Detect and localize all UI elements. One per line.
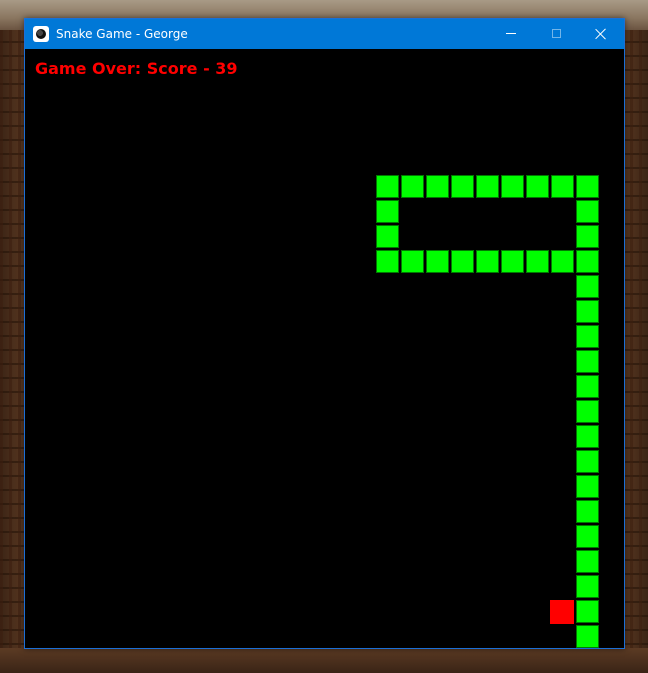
snake-segment <box>576 525 599 548</box>
snake-segment <box>476 175 499 198</box>
snake-segment <box>376 200 399 223</box>
snake-segment <box>576 400 599 423</box>
food-pellet <box>550 600 574 624</box>
snake-segment <box>576 350 599 373</box>
snake-segment <box>451 175 474 198</box>
snake-segment <box>476 250 499 273</box>
snake-segment <box>551 175 574 198</box>
snake-segment <box>576 200 599 223</box>
maximize-button[interactable] <box>534 19 580 49</box>
snake-segment <box>551 250 574 273</box>
snake-game-app-icon[interactable] <box>33 26 49 42</box>
snake-segment <box>576 275 599 298</box>
close-button[interactable] <box>578 19 624 49</box>
snake-segment <box>451 250 474 273</box>
snake-segment <box>426 175 449 198</box>
snake-segment <box>576 325 599 348</box>
desktop-background-bottom <box>0 648 648 673</box>
close-icon <box>595 28 607 40</box>
snake-segment <box>576 250 599 273</box>
snake-segment <box>576 500 599 523</box>
snake-segment <box>576 300 599 323</box>
snake-segment <box>576 550 599 573</box>
snake-segment <box>576 375 599 398</box>
snake-segment <box>501 250 524 273</box>
title-bar[interactable]: Snake Game - George <box>25 19 624 49</box>
snake-segment <box>576 425 599 448</box>
snake-segment <box>526 175 549 198</box>
snake-segment <box>576 475 599 498</box>
minimize-button[interactable] <box>488 19 534 49</box>
snake-segment <box>376 225 399 248</box>
snake-segment <box>526 250 549 273</box>
snake-segment <box>576 450 599 473</box>
snake-segment <box>426 250 449 273</box>
snake-segment <box>501 175 524 198</box>
game-over-score-text: Game Over: Score - 39 <box>35 59 238 78</box>
maximize-icon <box>552 29 561 38</box>
minimize-icon <box>506 33 516 34</box>
snake-segment <box>401 175 424 198</box>
snake-game-window: Snake Game - George Game Over: Score - 3… <box>24 18 625 649</box>
snake-segment <box>576 175 599 198</box>
snake-segment <box>576 575 599 598</box>
snake-segment <box>376 175 399 198</box>
window-title: Snake Game - George <box>56 27 188 41</box>
snake-segment <box>576 600 599 623</box>
game-canvas[interactable]: Game Over: Score - 39 <box>25 49 624 648</box>
snake-segment <box>576 225 599 248</box>
snake-segment <box>376 250 399 273</box>
snake-segment <box>401 250 424 273</box>
snake-segment <box>576 625 599 648</box>
